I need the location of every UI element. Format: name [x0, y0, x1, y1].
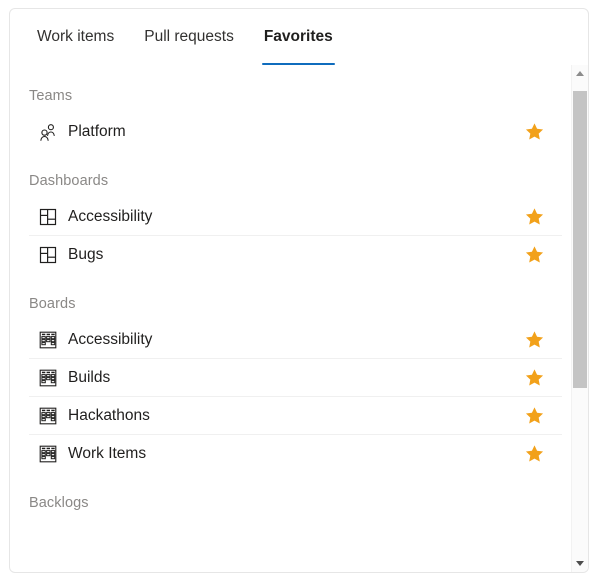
- tab-work-items[interactable]: Work items: [29, 9, 122, 47]
- board-icon: [38, 444, 58, 464]
- favorites-list: Teams Platform Dashboards Accessibility Bugs…: [10, 65, 571, 520]
- board-icon-svg: [39, 445, 57, 462]
- star-icon[interactable]: [524, 245, 544, 265]
- star-icon[interactable]: [524, 444, 544, 464]
- list-item-label: Accessibility: [68, 207, 153, 225]
- list-item[interactable]: Accessibility: [29, 321, 562, 358]
- board-icon-svg: [39, 407, 57, 424]
- list-item[interactable]: Hackathons: [29, 396, 562, 434]
- board-icon: [38, 330, 58, 350]
- list-item[interactable]: Work Items: [29, 434, 562, 472]
- list-item[interactable]: Bugs: [29, 235, 562, 273]
- list-item-label: Accessibility: [68, 330, 153, 348]
- dashboard-icon: [38, 245, 58, 265]
- scroll-up-arrow-icon[interactable]: [572, 65, 588, 82]
- star-icon-svg: [525, 123, 543, 140]
- list-item[interactable]: Platform: [29, 113, 562, 150]
- list-item-label: Work Items: [68, 444, 147, 462]
- section-header-backlogs: Backlogs: [29, 495, 89, 511]
- star-icon[interactable]: [524, 406, 544, 426]
- scroll-up-arrow-glyph: [576, 71, 584, 76]
- dashboard-icon-svg: [39, 208, 57, 225]
- star-icon[interactable]: [524, 368, 544, 388]
- star-icon-svg: [525, 208, 543, 225]
- list-item[interactable]: Accessibility: [29, 198, 562, 235]
- board-icon: [38, 368, 58, 388]
- list-item[interactable]: Builds: [29, 358, 562, 396]
- section-header-boards: Boards: [29, 296, 76, 312]
- dashboard-icon: [38, 207, 58, 227]
- star-icon-svg: [525, 246, 543, 263]
- tab-label: Work items: [37, 28, 115, 45]
- favorites-scroll-area: Teams Platform Dashboards Accessibility Bugs…: [10, 65, 588, 572]
- tab-favorites[interactable]: Favorites: [256, 9, 341, 65]
- list-item-label: Bugs: [68, 245, 104, 263]
- list-item-label: Hackathons: [68, 406, 150, 424]
- star-icon[interactable]: [524, 122, 544, 142]
- board-icon-svg: [39, 331, 57, 348]
- board-icon-svg: [39, 369, 57, 386]
- star-icon-svg: [525, 445, 543, 462]
- star-icon-svg: [525, 369, 543, 386]
- tab-label: Favorites: [263, 28, 333, 45]
- vertical-scrollbar[interactable]: [571, 65, 588, 572]
- tab-pull-requests[interactable]: Pull requests: [136, 9, 242, 47]
- tab-label: Pull requests: [144, 28, 234, 45]
- people-icon-svg: [40, 123, 55, 141]
- dashboard-icon-svg: [39, 246, 57, 263]
- board-icon: [38, 406, 58, 426]
- list-item-label: Builds: [68, 368, 111, 386]
- scrollbar-thumb[interactable]: [573, 91, 587, 388]
- scroll-down-arrow-icon[interactable]: [572, 555, 588, 572]
- people-icon: [38, 122, 58, 142]
- section-header-dashboards: Dashboards: [29, 173, 109, 189]
- star-icon-svg: [525, 331, 543, 348]
- star-icon[interactable]: [524, 207, 544, 227]
- star-icon-svg: [525, 407, 543, 424]
- scroll-down-arrow-glyph: [576, 561, 584, 566]
- star-icon[interactable]: [524, 330, 544, 350]
- favorites-panel: Work items Pull requests Favorites Teams Pl…: [9, 8, 589, 573]
- list-item-label: Platform: [68, 122, 126, 140]
- tab-bar: Work items Pull requests Favorites: [10, 9, 588, 65]
- section-header-teams: Teams: [29, 88, 73, 104]
